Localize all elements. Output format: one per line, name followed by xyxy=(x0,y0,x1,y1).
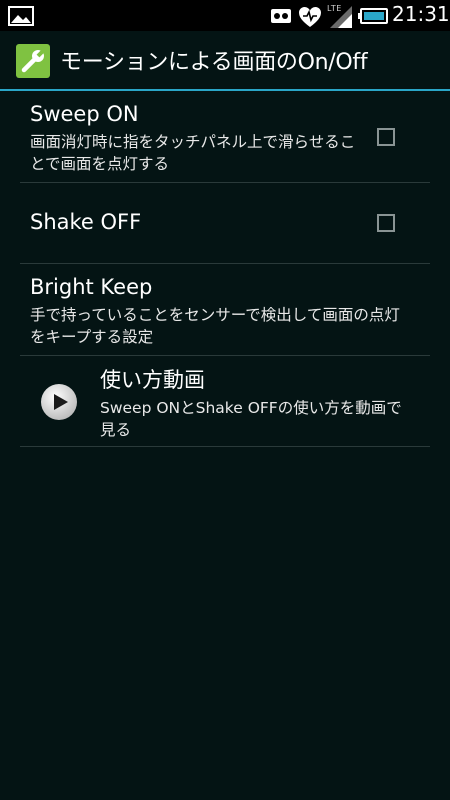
setting-shake-off[interactable]: Shake OFF xyxy=(20,183,430,264)
signal-icon xyxy=(330,6,352,28)
health-icon xyxy=(299,7,321,27)
page-title: モーションによる画面のOn/Off xyxy=(60,50,368,75)
video-summary: Sweep ONとShake OFFの使い方を動画で見る xyxy=(100,399,402,439)
gallery-icon xyxy=(8,6,34,26)
action-bar: モーションによる画面のOn/Off xyxy=(0,31,450,90)
sweep-on-checkbox[interactable] xyxy=(377,128,395,146)
setting-bright-keep[interactable]: Bright Keep 手で持っていることをセンサーで検出して画面の点灯をキープ… xyxy=(20,264,430,356)
shake-off-checkbox[interactable] xyxy=(377,214,395,232)
setting-summary: 画面消灯時に指をタッチパネル上で滑らせることで画面を点灯する xyxy=(30,133,356,173)
play-icon xyxy=(41,384,77,420)
setting-title: Bright Keep xyxy=(30,275,153,299)
video-title: 使い方動画 xyxy=(100,368,205,392)
setting-sweep-on[interactable]: Sweep ON 画面消灯時に指をタッチパネル上で滑らせることで画面を点灯する xyxy=(20,91,430,183)
clock-time: 21:31 xyxy=(392,2,450,26)
how-to-video-item[interactable]: 使い方動画 Sweep ONとShake OFFの使い方を動画で見る xyxy=(20,356,430,447)
wrench-icon[interactable] xyxy=(16,44,50,78)
setting-summary: 手で持っていることをセンサーで検出して画面の点灯をキープする設定 xyxy=(30,306,400,346)
battery-icon xyxy=(358,8,388,24)
mail-icon xyxy=(271,9,291,23)
setting-title: Sweep ON xyxy=(30,102,139,126)
status-bar: LTE 21:31 xyxy=(0,0,450,31)
setting-title: Shake OFF xyxy=(30,210,142,234)
